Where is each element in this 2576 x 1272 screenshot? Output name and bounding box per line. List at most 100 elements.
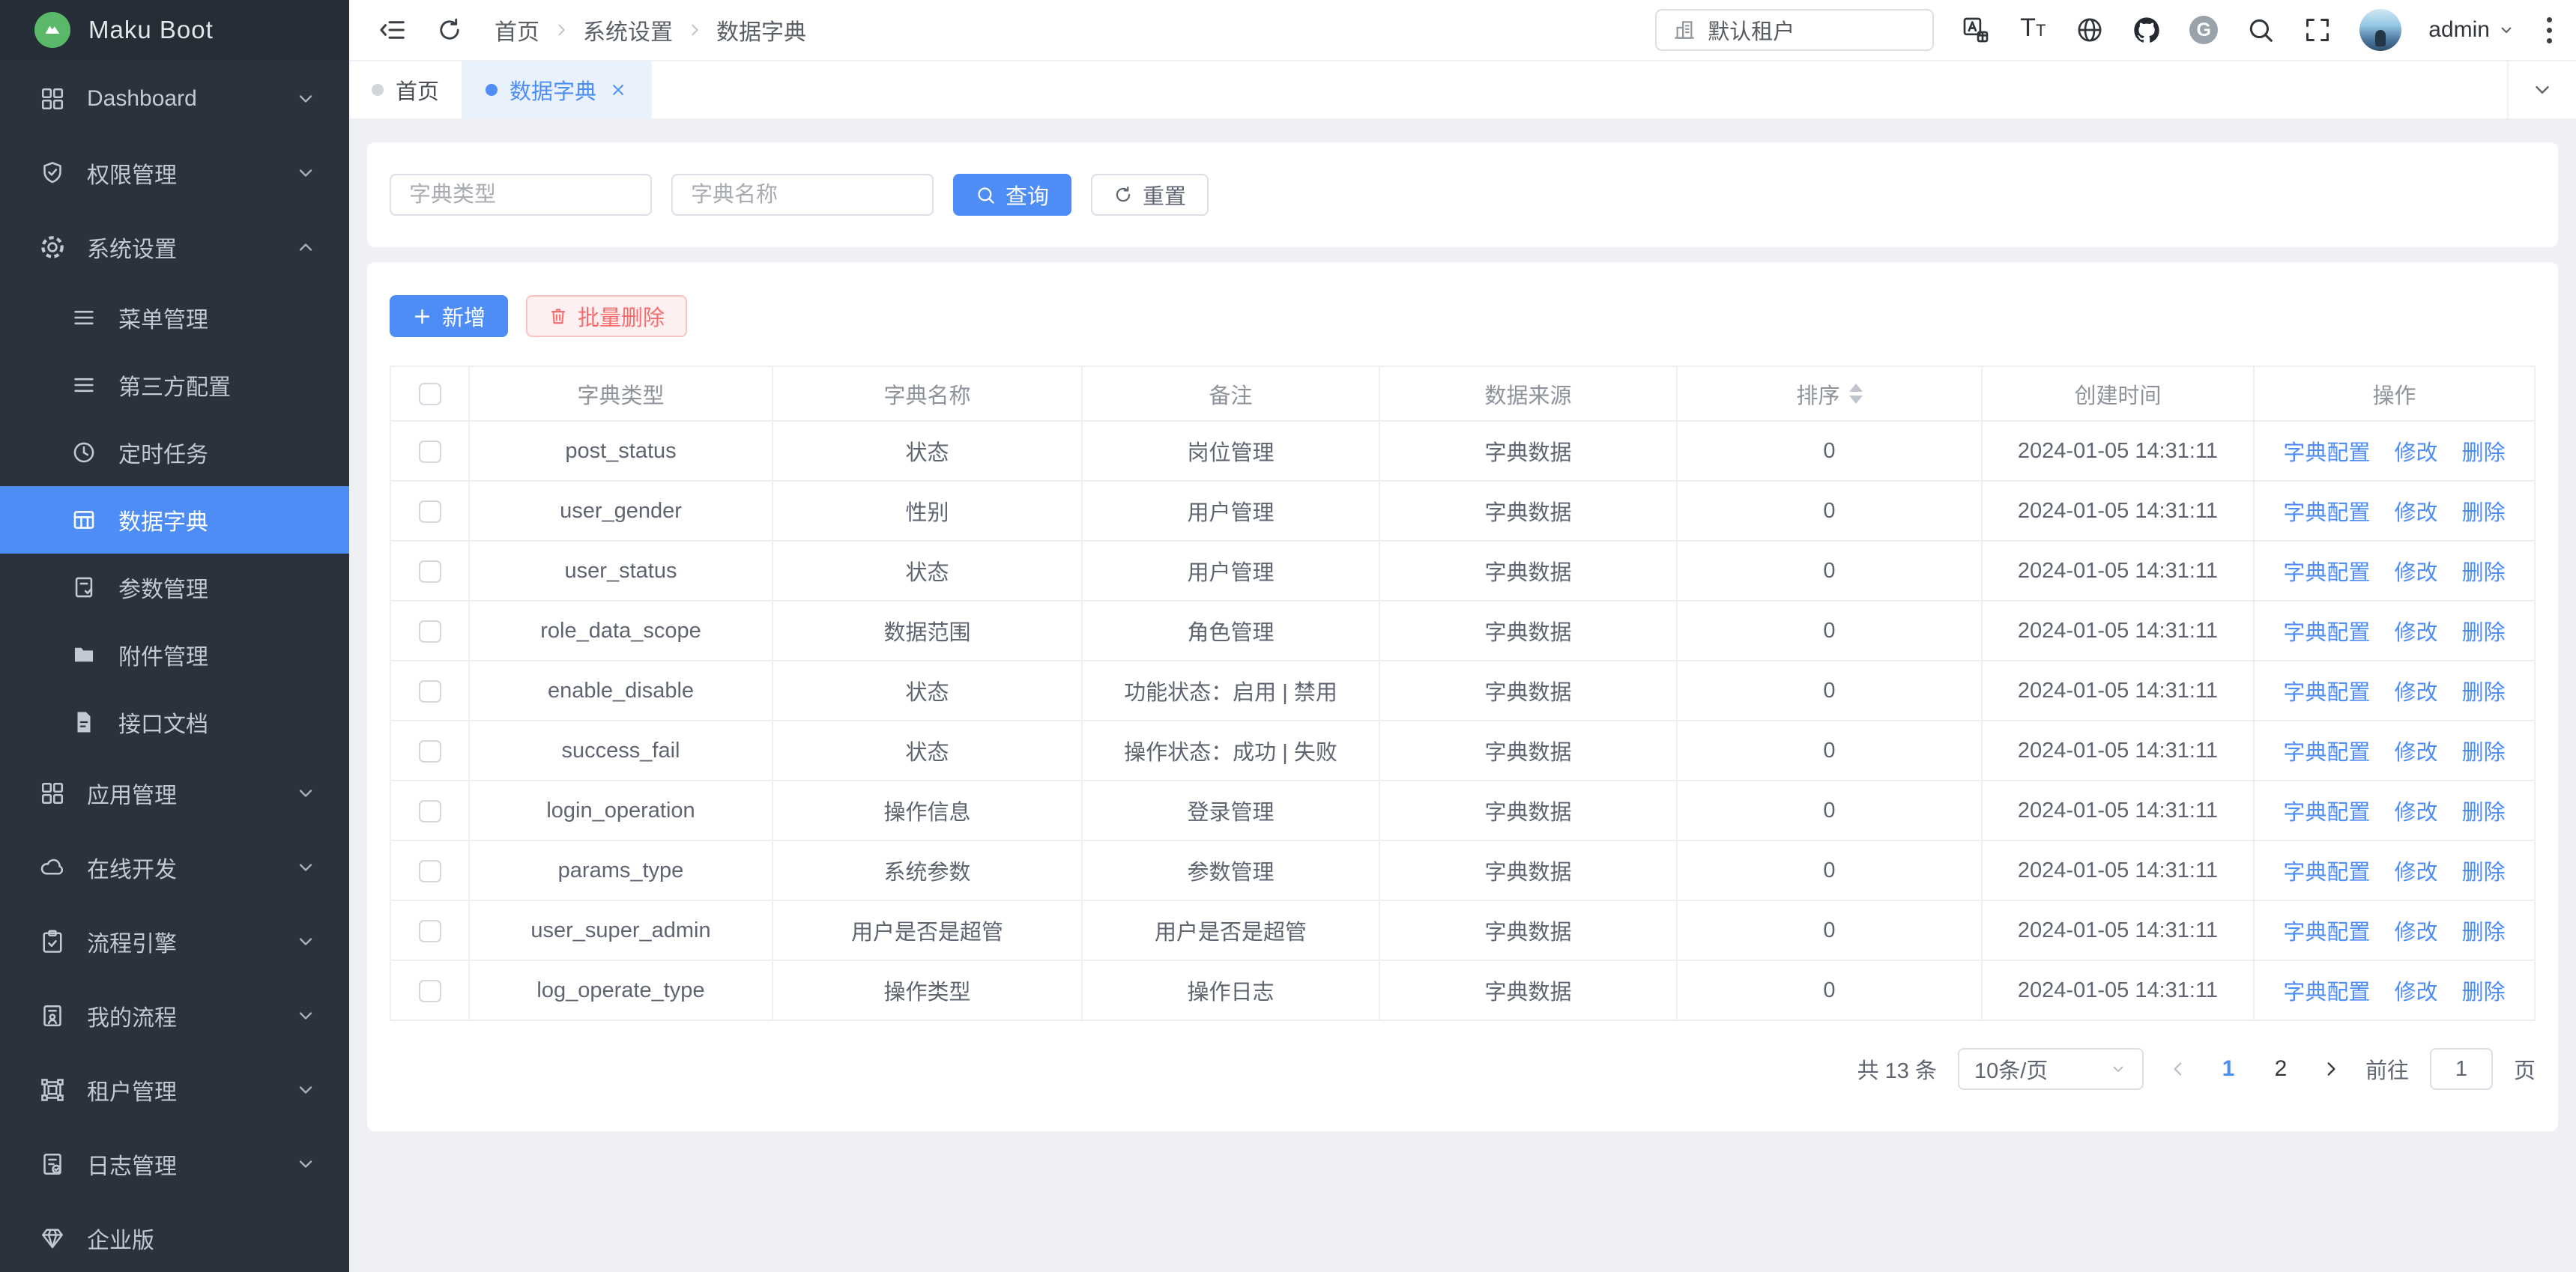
edit-link[interactable]: 修改 bbox=[2394, 501, 2437, 525]
sidebar-item-system-settings[interactable]: 系统设置 bbox=[0, 210, 349, 284]
dict-config-link[interactable]: 字典配置 bbox=[2283, 861, 2370, 885]
breadcrumb-system-settings[interactable]: 系统设置 bbox=[583, 13, 673, 46]
tab-actions-dropdown[interactable] bbox=[2507, 61, 2576, 118]
sidebar-item-parameter-management[interactable]: 参数管理 bbox=[0, 554, 349, 621]
batch-delete-button[interactable]: 批量删除 bbox=[526, 295, 687, 337]
breadcrumb-home[interactable]: 首页 bbox=[495, 13, 539, 46]
sidebar-item-scheduled-tasks[interactable]: 定时任务 bbox=[0, 419, 349, 486]
dict-config-link[interactable]: 字典配置 bbox=[2283, 921, 2370, 945]
topbar-right: 默认租户 TT bbox=[1655, 9, 2557, 51]
goto-page-input[interactable] bbox=[2430, 1048, 2493, 1090]
sort-control[interactable]: 排序 bbox=[1796, 378, 1862, 410]
dict-config-link[interactable]: 字典配置 bbox=[2283, 741, 2370, 765]
tab-data-dictionary[interactable]: 数据字典 bbox=[463, 61, 652, 118]
edit-link[interactable]: 修改 bbox=[2394, 741, 2437, 765]
goto-unit-label: 页 bbox=[2514, 1053, 2536, 1085]
sidebar-item-online-development[interactable]: 在线开发 bbox=[0, 830, 349, 904]
delete-link[interactable]: 删除 bbox=[2462, 441, 2506, 465]
row-checkbox[interactable] bbox=[419, 980, 441, 1002]
row-checkbox[interactable] bbox=[419, 680, 441, 703]
dict-config-link[interactable]: 字典配置 bbox=[2283, 621, 2370, 645]
github-icon[interactable] bbox=[2132, 13, 2162, 46]
reset-button[interactable]: 重置 bbox=[1091, 174, 1209, 216]
dict-config-link[interactable]: 字典配置 bbox=[2283, 801, 2370, 825]
gitee-icon[interactable] bbox=[2189, 13, 2219, 46]
dict-config-link[interactable]: 字典配置 bbox=[2283, 501, 2370, 525]
sidebar-item-permissions[interactable]: 权限管理 bbox=[0, 136, 349, 210]
globe-icon[interactable] bbox=[2075, 13, 2105, 46]
row-checkbox[interactable] bbox=[419, 740, 441, 763]
row-checkbox[interactable] bbox=[419, 860, 441, 882]
edit-link[interactable]: 修改 bbox=[2394, 861, 2437, 885]
edit-link[interactable]: 修改 bbox=[2394, 621, 2437, 645]
add-button[interactable]: 新增 bbox=[390, 295, 508, 337]
delete-link[interactable]: 删除 bbox=[2462, 501, 2506, 525]
dict-config-link[interactable]: 字典配置 bbox=[2283, 441, 2370, 465]
edit-link[interactable]: 修改 bbox=[2394, 981, 2437, 1005]
sidebar-item-my-processes[interactable]: 我的流程 bbox=[0, 978, 349, 1053]
next-page-button[interactable] bbox=[2318, 1048, 2344, 1090]
sidebar-item-enterprise-edition[interactable]: 企业版 bbox=[0, 1201, 349, 1272]
sidebar-item-thirdparty-config[interactable]: 第三方配置 bbox=[0, 351, 349, 419]
search-icon[interactable] bbox=[2246, 13, 2276, 46]
column-header-created: 创建时间 bbox=[1982, 366, 2254, 421]
app-logo[interactable]: Maku Boot bbox=[0, 0, 349, 60]
tab-home[interactable]: 首页 bbox=[349, 61, 463, 118]
dict-config-link[interactable]: 字典配置 bbox=[2283, 561, 2370, 585]
translate-icon[interactable] bbox=[1961, 13, 1991, 46]
dict-config-link[interactable]: 字典配置 bbox=[2283, 981, 2370, 1005]
sidebar-item-attachment-management[interactable]: 附件管理 bbox=[0, 621, 349, 688]
delete-link[interactable]: 删除 bbox=[2462, 981, 2506, 1005]
sidebar-item-dashboard[interactable]: Dashboard bbox=[0, 61, 349, 136]
dict-type-input[interactable] bbox=[390, 174, 652, 216]
delete-link[interactable]: 删除 bbox=[2462, 561, 2506, 585]
collapse-menu-icon[interactable] bbox=[376, 13, 409, 46]
refresh-icon[interactable] bbox=[433, 13, 466, 46]
chevron-down-icon bbox=[295, 1154, 316, 1175]
dict-name-input[interactable] bbox=[671, 174, 934, 216]
cell-created: 2024-01-05 14:31:11 bbox=[1982, 781, 2254, 841]
delete-link[interactable]: 删除 bbox=[2462, 921, 2506, 945]
row-checkbox[interactable] bbox=[419, 560, 441, 583]
font-size-icon[interactable]: TT bbox=[2018, 13, 2048, 46]
sidebar-item-tenant-management[interactable]: 租户管理 bbox=[0, 1053, 349, 1127]
edit-link[interactable]: 修改 bbox=[2394, 801, 2437, 825]
sidebar-item-log-management[interactable]: 日志管理 bbox=[0, 1127, 349, 1201]
delete-link[interactable]: 删除 bbox=[2462, 741, 2506, 765]
diamond-icon bbox=[37, 1223, 67, 1253]
page-size-select[interactable]: 10条/页 bbox=[1958, 1048, 2144, 1090]
row-checkbox[interactable] bbox=[419, 440, 441, 463]
delete-link[interactable]: 删除 bbox=[2462, 861, 2506, 885]
select-all-checkbox[interactable] bbox=[419, 383, 441, 405]
delete-link[interactable]: 删除 bbox=[2462, 621, 2506, 645]
fullscreen-icon[interactable] bbox=[2303, 13, 2332, 46]
delete-link[interactable]: 删除 bbox=[2462, 801, 2506, 825]
user-menu[interactable]: admin bbox=[2428, 17, 2515, 43]
row-checkbox[interactable] bbox=[419, 800, 441, 823]
row-checkbox[interactable] bbox=[419, 920, 441, 942]
sidebar-item-app-management[interactable]: 应用管理 bbox=[0, 756, 349, 830]
sidebar-item-data-dictionary[interactable]: 数据字典 bbox=[0, 486, 349, 554]
page-number-1[interactable]: 1 bbox=[2213, 1056, 2244, 1082]
avatar[interactable] bbox=[2359, 9, 2401, 51]
more-kebab-icon[interactable] bbox=[2542, 13, 2557, 48]
row-checkbox[interactable] bbox=[419, 500, 441, 523]
search-button[interactable]: 查询 bbox=[953, 174, 1071, 216]
sidebar-item-api-docs[interactable]: 接口文档 bbox=[0, 688, 349, 756]
close-icon[interactable] bbox=[608, 80, 628, 100]
cell-created: 2024-01-05 14:31:11 bbox=[1982, 481, 2254, 541]
edit-link[interactable]: 修改 bbox=[2394, 921, 2437, 945]
edit-link[interactable]: 修改 bbox=[2394, 561, 2437, 585]
delete-link[interactable]: 删除 bbox=[2462, 681, 2506, 705]
sidebar-item-menu-management[interactable]: 菜单管理 bbox=[0, 284, 349, 351]
cell-created: 2024-01-05 14:31:11 bbox=[1982, 661, 2254, 721]
dict-config-link[interactable]: 字典配置 bbox=[2283, 681, 2370, 705]
prev-page-button[interactable] bbox=[2165, 1048, 2192, 1090]
page-number-2[interactable]: 2 bbox=[2265, 1056, 2297, 1082]
refresh-icon bbox=[1113, 185, 1133, 205]
edit-link[interactable]: 修改 bbox=[2394, 681, 2437, 705]
tenant-select[interactable]: 默认租户 bbox=[1655, 9, 1934, 51]
row-checkbox[interactable] bbox=[419, 620, 441, 643]
edit-link[interactable]: 修改 bbox=[2394, 441, 2437, 465]
sidebar-item-process-engine[interactable]: 流程引擎 bbox=[0, 904, 349, 978]
